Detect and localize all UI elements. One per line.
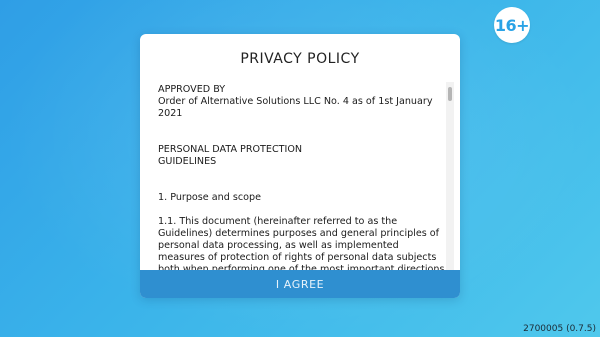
scrollbar[interactable]	[446, 82, 454, 270]
dialog-title: PRIVACY POLICY	[240, 51, 360, 67]
privacy-policy-dialog: PRIVACY POLICY APPROVED BY Order of Alte…	[140, 34, 460, 298]
approval-paragraph: APPROVED BY Order of Alternative Solutio…	[158, 84, 433, 119]
scrollbar-thumb[interactable]	[448, 87, 452, 101]
policy-paragraph: 1.1. This document (hereinafter referred…	[158, 216, 445, 270]
version-label: 2700005 (0.7.5)	[523, 324, 596, 334]
subsection-heading: 1. Purpose and scope	[158, 192, 261, 203]
policy-text-area[interactable]: APPROVED BY Order of Alternative Solutio…	[158, 84, 448, 270]
agree-button[interactable]: I AGREE	[140, 270, 460, 298]
age-rating-badge: 16+	[494, 7, 530, 43]
section-heading: PERSONAL DATA PROTECTION GUIDELINES	[158, 144, 303, 167]
